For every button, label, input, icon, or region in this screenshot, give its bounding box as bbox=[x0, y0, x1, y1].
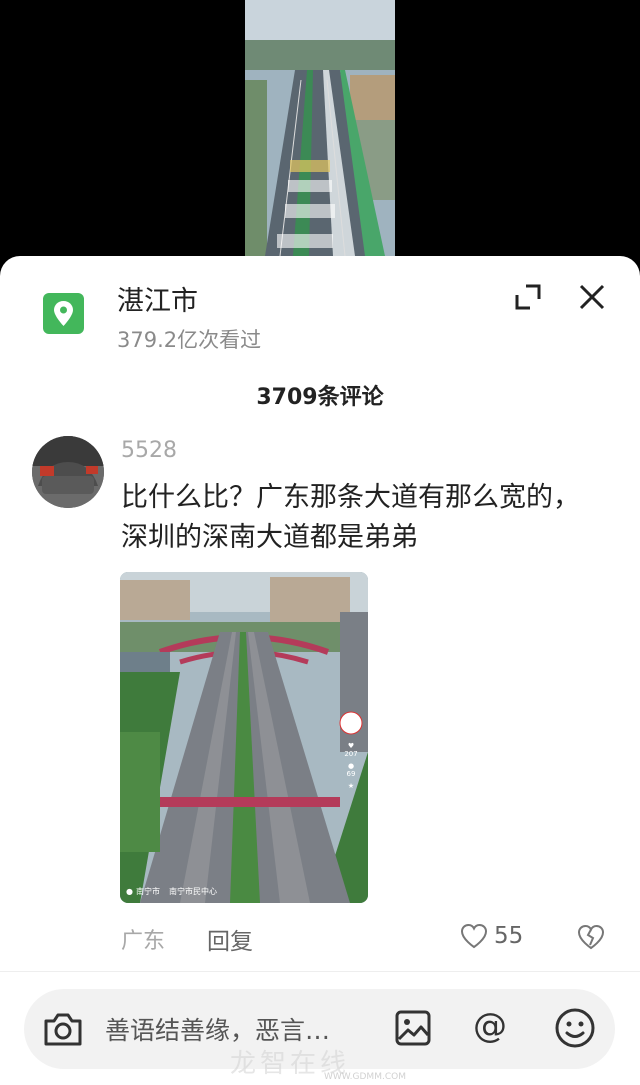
at-icon[interactable]: @ bbox=[473, 1006, 507, 1046]
expand-icon[interactable] bbox=[514, 283, 542, 311]
location-pin-icon[interactable] bbox=[43, 293, 84, 334]
watermark-url: WWW.GDMM.COM bbox=[324, 1072, 406, 1082]
location-title[interactable]: 湛江市 bbox=[117, 279, 198, 318]
like-count: 55 bbox=[494, 923, 524, 949]
comment-text: 比什么比？广东那条大道有那么宽的，深圳的深南大道都是弟弟 bbox=[121, 482, 580, 553]
emoji-icon[interactable] bbox=[554, 1007, 596, 1053]
comment-region: 广东 bbox=[121, 929, 166, 954]
comment-username[interactable]: 5528 bbox=[121, 438, 177, 463]
comment-sheet: 湛江市 379.2亿次看过 3709条评论 5528 比什么比？广东那条大道有那… bbox=[0, 256, 640, 1085]
image-like-count: 207 bbox=[344, 750, 358, 758]
reply-button[interactable]: 回复 bbox=[207, 922, 253, 956]
camera-icon[interactable] bbox=[42, 1009, 84, 1053]
image-location-tag: ● 南宁市 南宁市民中心 bbox=[126, 886, 217, 897]
comment-image[interactable]: ♥ 207 ● 69 ★ ● 南宁市 南宁市民中心 bbox=[120, 572, 368, 903]
image-comment-count: 69 bbox=[346, 770, 356, 778]
image-pin-icon: ● bbox=[126, 887, 133, 896]
heart-icon bbox=[460, 923, 488, 949]
like-button[interactable]: 55 bbox=[460, 923, 523, 949]
location-views: 379.2亿次看过 bbox=[117, 328, 262, 352]
comment-count-title: 3709条评论 bbox=[256, 385, 384, 410]
divider bbox=[0, 971, 640, 972]
image-side-actions: ♥ 207 ● 69 ★ bbox=[338, 710, 364, 790]
image-place-tag: 南宁市 bbox=[135, 887, 160, 896]
dislike-heart-icon[interactable] bbox=[577, 924, 605, 954]
image-icon[interactable] bbox=[394, 1009, 432, 1051]
comment-input-placeholder[interactable]: 善语结善缘，恶言… bbox=[105, 1011, 330, 1047]
video-preview[interactable] bbox=[245, 0, 395, 256]
close-icon[interactable] bbox=[578, 283, 606, 311]
image-place-detail: 南宁市民中心 bbox=[168, 887, 217, 896]
avatar[interactable] bbox=[32, 436, 104, 508]
